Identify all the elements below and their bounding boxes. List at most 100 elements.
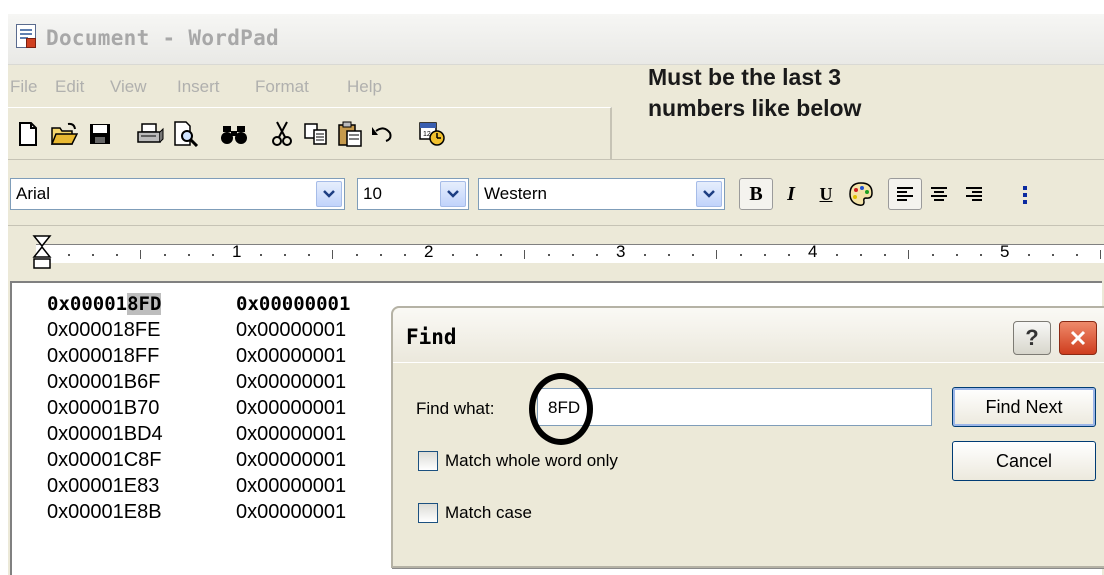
ruler-dot: [1052, 254, 1054, 256]
ruler-tick: [332, 250, 333, 259]
ruler-tick: [1100, 250, 1101, 259]
ruler-dot: [92, 254, 94, 256]
address-cell: 0x000018FF: [47, 345, 160, 367]
color-palette-icon[interactable]: [844, 178, 878, 210]
menu-file[interactable]: File: [10, 77, 37, 97]
cut-icon[interactable]: [266, 118, 298, 150]
menu-edit[interactable]: Edit: [55, 77, 84, 97]
match-whole-word-checkbox[interactable]: Match whole word only: [418, 447, 618, 475]
annotation-line-1: Must be the last 3: [648, 64, 841, 90]
menu-format[interactable]: Format: [255, 77, 309, 97]
checkbox-icon[interactable]: [418, 503, 438, 523]
ruler-dot: [404, 254, 406, 256]
checkbox-icon[interactable]: [418, 451, 438, 471]
search-highlight: 8FD: [127, 293, 162, 315]
value-cell: 0x00000001: [236, 345, 347, 367]
date-time-icon[interactable]: 12: [416, 118, 448, 150]
find-what-label: Find what:: [416, 399, 495, 418]
italic-button[interactable]: I: [774, 178, 808, 210]
print-preview-icon[interactable]: [170, 118, 202, 150]
address-cell: 0x00001E8B: [47, 501, 162, 523]
chevron-down-icon[interactable]: [696, 181, 722, 207]
font-combo[interactable]: Arial: [10, 178, 345, 210]
font-size-combo[interactable]: 10: [357, 178, 469, 210]
find-what-input[interactable]: 8FD: [529, 373, 932, 445]
ruler-dot: [860, 254, 862, 256]
ruler-dot: [380, 254, 382, 256]
find-what-value: 8FD: [548, 398, 581, 417]
address-cell: 0x00001B70: [47, 397, 160, 419]
address-cell: 0x000018FD: [47, 293, 162, 315]
value-cell: 0x00000001: [236, 371, 347, 393]
underline-button[interactable]: U: [809, 178, 843, 210]
script-combo[interactable]: Western: [478, 178, 725, 210]
match-case-checkbox[interactable]: Match case: [418, 499, 532, 527]
ruler-dot: [740, 254, 742, 256]
save-icon[interactable]: [84, 118, 116, 150]
ruler-dot: [164, 254, 166, 256]
ruler-dot: [764, 254, 766, 256]
find-next-button[interactable]: Find Next: [952, 387, 1096, 427]
value-cell: 0x00000001: [236, 475, 347, 497]
ruler-dot: [956, 254, 958, 256]
find-icon[interactable]: [218, 118, 250, 150]
window-title: Document - WordPad: [46, 26, 279, 50]
align-center-icon[interactable]: [922, 178, 956, 210]
wordpad-app-icon: [16, 24, 36, 48]
ruler-label: 1: [232, 242, 242, 261]
align-right-icon[interactable]: [957, 178, 991, 210]
script-value: Western: [484, 184, 547, 203]
ruler-dot: [596, 254, 598, 256]
find-dialog: Find ? Find what: 8FD Match whole word o…: [391, 306, 1104, 568]
ruler-dot: [308, 254, 310, 256]
wordpad-window: Document - WordPad File Edit View Insert…: [8, 14, 1104, 575]
paste-icon[interactable]: [334, 118, 366, 150]
ruler-dot: [284, 254, 286, 256]
menu-help[interactable]: Help: [347, 77, 382, 97]
close-button[interactable]: [1059, 321, 1097, 355]
ruler-tick: [140, 250, 141, 259]
value-cell: 0x00000001: [236, 423, 347, 445]
title-bar[interactable]: Document - WordPad: [8, 14, 1104, 65]
font-size-value: 10: [363, 184, 382, 203]
bold-button[interactable]: B: [739, 178, 773, 210]
ruler[interactable]: 1 2 3 4 5: [8, 226, 1104, 281]
value-cell: 0x00000001: [236, 293, 351, 315]
address-prefix: 0x00001: [47, 293, 128, 315]
ruler-label: 3: [616, 242, 626, 261]
ruler-dot: [116, 254, 118, 256]
find-dialog-titlebar[interactable]: Find ?: [393, 308, 1104, 362]
bullets-icon[interactable]: [1008, 178, 1042, 210]
indent-marker-icon[interactable]: [32, 235, 52, 269]
value-cell: 0x00000001: [236, 501, 347, 523]
ruler-label: 4: [808, 242, 818, 261]
standard-toolbar: 12: [8, 107, 612, 159]
ruler-dot: [644, 254, 646, 256]
undo-icon[interactable]: [366, 118, 398, 150]
print-icon[interactable]: [134, 118, 166, 150]
ruler-dot: [788, 254, 790, 256]
annotation-line-2: numbers like below: [648, 95, 862, 121]
ruler-dot: [1076, 254, 1078, 256]
ruler-dot: [836, 254, 838, 256]
menu-view[interactable]: View: [110, 77, 147, 97]
address-cell: 0x00001BD4: [47, 423, 163, 445]
font-value: Arial: [16, 184, 51, 203]
align-left-icon[interactable]: [888, 178, 922, 210]
close-icon: [1070, 330, 1086, 346]
ruler-dot: [572, 254, 574, 256]
ruler-dot: [452, 254, 454, 256]
ruler-dot: [932, 254, 934, 256]
chevron-down-icon[interactable]: [440, 181, 466, 207]
copy-icon[interactable]: [300, 118, 332, 150]
ruler-dot: [356, 254, 358, 256]
help-button[interactable]: ?: [1013, 321, 1051, 355]
cancel-button[interactable]: Cancel: [952, 441, 1096, 481]
annotation-text: Must be the last 3 numbers like below: [648, 62, 988, 124]
open-folder-icon[interactable]: [48, 118, 80, 150]
ruler-dot: [668, 254, 670, 256]
value-cell: 0x00000001: [236, 397, 347, 419]
new-document-icon[interactable]: [12, 118, 44, 150]
menu-insert[interactable]: Insert: [177, 77, 220, 97]
chevron-down-icon[interactable]: [316, 181, 342, 207]
